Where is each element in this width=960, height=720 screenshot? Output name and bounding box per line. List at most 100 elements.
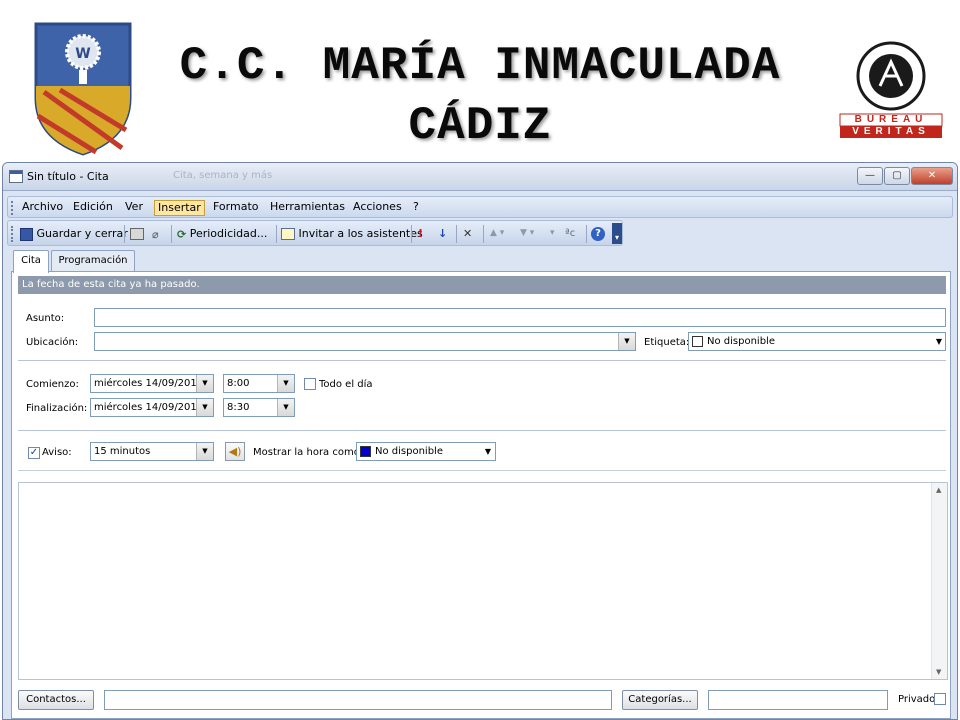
chevron-down-icon[interactable]: ▼: [196, 375, 213, 392]
label-color-swatch: [692, 336, 703, 347]
invite-label: Invitar a los asistentes: [298, 227, 423, 240]
menu-insertar[interactable]: Insertar: [154, 200, 205, 216]
high-importance-button[interactable]: !: [418, 225, 423, 243]
scroll-down-icon[interactable]: ▼: [936, 668, 941, 676]
more-options-button[interactable]: ▾: [550, 225, 555, 243]
tab-cita[interactable]: Cita: [13, 250, 49, 273]
recurrence-label: Periodicidad...: [189, 227, 268, 240]
chevron-down-icon[interactable]: ▼: [196, 399, 213, 416]
bv-band-line1: BUREAU: [854, 114, 928, 125]
toolbar-separator: [483, 225, 484, 243]
menu-acciones[interactable]: Acciones: [350, 200, 405, 216]
tab-programacion[interactable]: Programación: [51, 250, 135, 272]
reminder-label: Aviso:: [42, 447, 72, 458]
dropdown-arrow-icon: ▾: [550, 228, 555, 238]
toolbar-options-chevron-icon[interactable]: ▾: [612, 223, 622, 244]
end-label: Finalización:: [26, 403, 88, 414]
start-time-select[interactable]: 8:00 ▼: [223, 374, 295, 393]
spelling-button[interactable]: ªc: [565, 225, 575, 243]
header-title-line1: C.C. MARÍA INMACULADA: [179, 40, 781, 92]
all-day-label: Todo el día: [319, 379, 373, 390]
low-importance-button[interactable]: ↓: [438, 225, 447, 243]
menu-ver[interactable]: Ver: [122, 200, 146, 216]
private-checkbox[interactable]: [934, 693, 946, 705]
help-button[interactable]: ?: [591, 225, 605, 243]
all-day-checkbox[interactable]: [304, 378, 316, 390]
floppy-icon: [20, 227, 33, 241]
save-close-button[interactable]: Guardar y cerrar: [20, 225, 128, 243]
up-arrow-icon: ▲ ▾: [490, 228, 505, 238]
subject-label: Asunto:: [26, 313, 65, 324]
minimize-button[interactable]: —: [857, 167, 883, 185]
subject-input[interactable]: [94, 308, 946, 327]
chevron-down-icon[interactable]: ▼: [277, 399, 294, 416]
recurrence-button[interactable]: ⟳ Periodicidad...: [177, 225, 267, 243]
save-close-label: Guardar y cerrar: [36, 227, 128, 240]
header-title-line2: CÁDIZ: [408, 100, 552, 152]
menu-help[interactable]: ?: [410, 200, 422, 216]
end-date-select[interactable]: miércoles 14/09/2011 ▼: [90, 398, 214, 417]
attach-button[interactable]: ⌀: [152, 225, 159, 243]
invite-icon: [281, 228, 295, 240]
printer-icon: [130, 228, 144, 240]
window-ghost-text: Cita, semana y más: [173, 170, 273, 181]
chevron-down-icon[interactable]: ▼: [277, 375, 294, 392]
notes-scrollbar[interactable]: ▲ ▼: [931, 483, 947, 679]
delete-button[interactable]: ✕: [463, 225, 472, 243]
categories-button[interactable]: Categorías...: [622, 690, 698, 710]
chevron-down-icon[interactable]: ▼: [196, 443, 213, 460]
label-label: Etiqueta:: [644, 337, 690, 348]
paperclip-icon: ⌀: [152, 227, 159, 241]
chevron-down-icon: ▼: [935, 337, 942, 346]
slide-header: W C.C. MARÍA INMACULADA CÁDIZ BUREAU VER…: [0, 0, 960, 162]
menu-edicion[interactable]: Edición: [70, 200, 116, 216]
notes-body[interactable]: ▲ ▼: [18, 482, 948, 680]
show-as-label: Mostrar la hora como:: [253, 447, 364, 458]
busy-color-swatch: [360, 446, 371, 457]
standard-toolbar: Guardar y cerrar ⌀ ⟳ Periodicidad... Inv…: [7, 220, 623, 246]
contacts-input[interactable]: [104, 690, 612, 710]
divider: [18, 430, 946, 431]
scroll-up-icon[interactable]: ▲: [936, 486, 941, 494]
reminder-checkbox[interactable]: ✓: [28, 447, 40, 459]
reminder-value: 15 minutos: [94, 446, 151, 457]
maximize-button[interactable]: ▢: [884, 167, 910, 185]
delete-icon: ✕: [463, 227, 473, 240]
invite-attendees-button[interactable]: Invitar a los asistentes: [281, 225, 423, 243]
window-titlebar[interactable]: Sin título - Cita Cita, semana y más — ▢…: [3, 163, 957, 191]
end-date-value: miércoles 14/09/2011: [94, 402, 204, 413]
reminder-select[interactable]: 15 minutos ▼: [90, 442, 214, 461]
exclamation-icon: !: [418, 227, 424, 240]
calendar-icon: [9, 170, 23, 183]
close-button[interactable]: ✕: [911, 167, 953, 185]
appointment-form: La fecha de esta cita ya ha pasado. Asun…: [11, 271, 951, 719]
toolbar-separator: [276, 225, 277, 243]
grip-icon: [11, 226, 13, 242]
menu-archivo[interactable]: Archivo: [19, 200, 66, 216]
menu-formato[interactable]: Formato: [210, 200, 262, 216]
start-date-value: miércoles 14/09/2011: [94, 378, 204, 389]
previous-item-button[interactable]: ▲ ▾: [490, 225, 504, 243]
location-label: Ubicación:: [26, 337, 79, 348]
private-label: Privado: [898, 694, 936, 705]
bv-band-line2: VERITAS: [852, 126, 930, 137]
print-button[interactable]: [130, 225, 144, 243]
show-as-select[interactable]: No disponible ▼: [356, 442, 496, 461]
categories-input[interactable]: [708, 690, 888, 710]
label-select[interactable]: No disponible ▼: [688, 332, 946, 351]
menu-herramientas[interactable]: Herramientas: [267, 200, 348, 216]
down-arrow-icon: ↓: [438, 227, 448, 240]
location-input[interactable]: ▼: [94, 332, 636, 351]
toolbar-separator: [124, 225, 125, 243]
end-time-select[interactable]: 8:30 ▼: [223, 398, 295, 417]
next-item-button[interactable]: ▼ ▾: [520, 225, 534, 243]
help-icon: ?: [591, 227, 605, 241]
toolbar-separator: [456, 225, 457, 243]
speaker-icon[interactable]: ◀): [225, 442, 245, 461]
divider: [18, 470, 946, 471]
contacts-button[interactable]: Contactos...: [18, 690, 94, 710]
toolbar-separator: [411, 225, 412, 243]
start-date-select[interactable]: miércoles 14/09/2011 ▼: [90, 374, 214, 393]
chevron-down-icon[interactable]: ▼: [618, 333, 635, 350]
toolbar-separator: [171, 225, 172, 243]
